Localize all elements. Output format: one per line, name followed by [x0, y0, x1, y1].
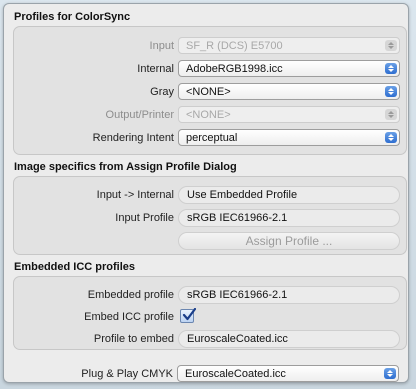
colorsync-section-title: Profiles for ColorSync: [14, 11, 131, 23]
output-printer-label: Output/Printer: [105, 109, 174, 121]
rendering-intent-popup-value: perceptual: [186, 132, 238, 144]
updown-arrows-icon: [384, 368, 396, 379]
input-internal-field: Use Embedded Profile: [178, 186, 400, 204]
internal-popup[interactable]: AdobeRGB1998.icc: [178, 60, 400, 77]
profile-to-embed-field: EuroscaleCoated.icc: [178, 330, 400, 348]
colorsync-group: Input SF_R (DCS) E5700 Internal AdobeRGB…: [13, 26, 407, 155]
output-printer-popup-value: <NONE>: [186, 109, 231, 121]
embedded-group: Embedded profile sRGB IEC61966-2.1 Embed…: [13, 276, 407, 350]
checkmark-icon: [182, 308, 196, 321]
colorsync-preferences-panel: Profiles for ColorSync Input SF_R (DCS) …: [3, 3, 409, 383]
output-printer-popup: <NONE>: [178, 106, 400, 123]
input-label: Input: [149, 40, 174, 52]
input-internal-label: Input -> Internal: [96, 189, 174, 201]
plug-play-cmyk-popup-value: EuroscaleCoated.icc: [185, 368, 286, 380]
plug-play-cmyk-popup[interactable]: EuroscaleCoated.icc: [177, 365, 399, 382]
updown-arrows-icon: [385, 109, 397, 120]
input-profile-field: sRGB IEC61966-2.1: [178, 209, 400, 227]
assign-profile-button[interactable]: Assign Profile ...: [178, 232, 400, 250]
plug-play-cmyk-label: Plug & Play CMYK: [81, 368, 173, 380]
input-profile-label: Input Profile: [115, 212, 174, 224]
input-popup-value: SF_R (DCS) E5700: [186, 40, 283, 52]
rendering-intent-label: Rendering Intent: [92, 132, 174, 144]
embedded-profile-field: sRGB IEC61966-2.1: [178, 286, 400, 304]
updown-arrows-icon: [385, 132, 397, 143]
rendering-intent-popup[interactable]: perceptual: [178, 129, 400, 146]
input-popup: SF_R (DCS) E5700: [178, 37, 400, 54]
assign-section-title: Image specifics from Assign Profile Dial…: [14, 161, 237, 173]
updown-arrows-icon: [385, 40, 397, 51]
profile-to-embed-label: Profile to embed: [93, 333, 174, 345]
updown-arrows-icon: [385, 63, 397, 74]
gray-popup-value: <NONE>: [186, 86, 231, 98]
embedded-profile-label: Embedded profile: [87, 289, 174, 301]
embed-icc-profile-label: Embed ICC profile: [84, 311, 174, 323]
updown-arrows-icon: [385, 86, 397, 97]
gray-label: Gray: [150, 86, 174, 98]
internal-label: Internal: [137, 63, 174, 75]
gray-popup[interactable]: <NONE>: [178, 83, 400, 100]
assign-group: Input -> Internal Use Embedded Profile I…: [13, 176, 407, 255]
embed-icc-profile-checkbox[interactable]: [180, 308, 196, 323]
embedded-section-title: Embedded ICC profiles: [14, 261, 136, 273]
internal-popup-value: AdobeRGB1998.icc: [186, 63, 283, 75]
